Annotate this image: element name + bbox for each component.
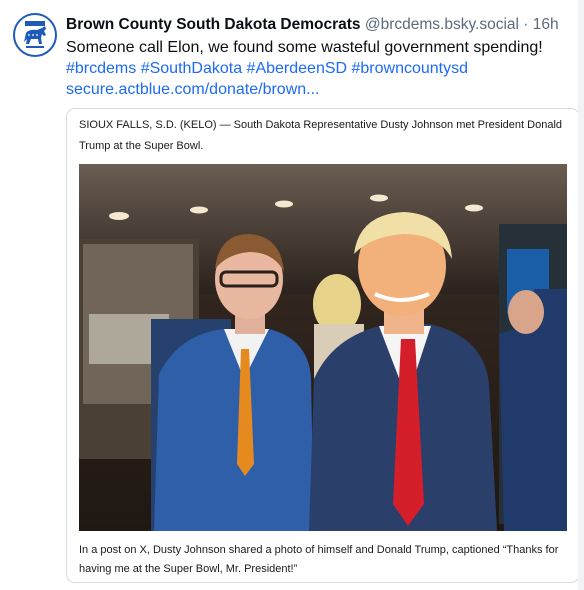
separator-dot: ·: [523, 16, 529, 33]
photo-image: [79, 164, 567, 531]
post-time[interactable]: 16h: [533, 16, 559, 33]
link-card[interactable]: SIOUX FALLS, S.D. (KELO) — South Dakota …: [66, 108, 580, 583]
scrollbar[interactable]: [578, 0, 584, 590]
card-summary: SIOUX FALLS, S.D. (KELO) — South Dakota …: [79, 119, 563, 152]
card-photo[interactable]: [79, 164, 567, 531]
post-header: Brown County South Dakota Democrats @brc…: [66, 15, 574, 35]
post-body: Someone call Elon, we found some wastefu…: [66, 39, 543, 56]
donkey-logo-icon: [24, 21, 46, 48]
author-name[interactable]: Brown County South Dakota Democrats: [66, 16, 361, 33]
avatar[interactable]: [13, 13, 57, 57]
post-text: Someone call Elon, we found some wastefu…: [66, 37, 572, 100]
donate-link[interactable]: secure.actblue.com/donate/brown...: [66, 79, 572, 100]
hashtags[interactable]: #brcdems #SouthDakota #AberdeenSD #brown…: [66, 58, 572, 79]
author-handle[interactable]: @brcdems.bsky.social: [365, 16, 519, 33]
card-caption: In a post on X, Dusty Johnson shared a p…: [79, 544, 559, 575]
